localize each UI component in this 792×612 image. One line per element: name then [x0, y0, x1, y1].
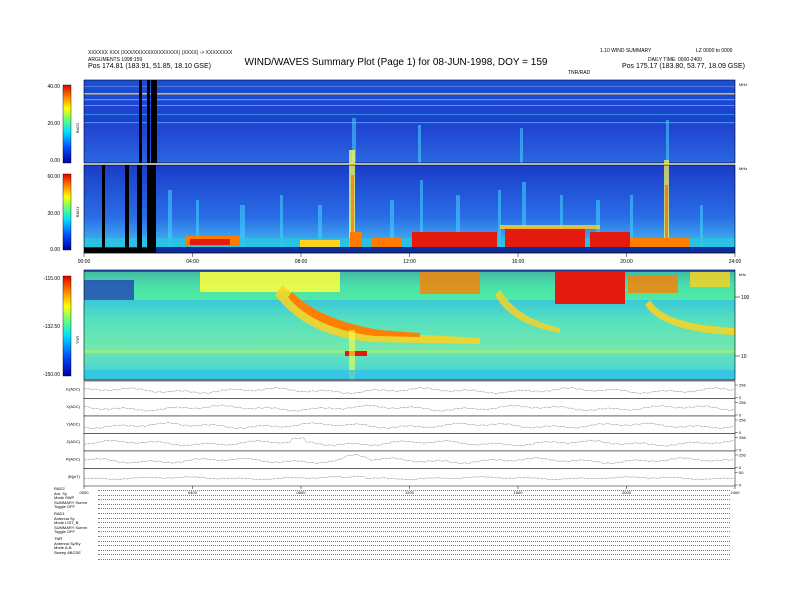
- rad-time-label: 04:00: [186, 259, 199, 265]
- tnr-tick-mid: -132.50: [43, 324, 60, 330]
- line-panel-right-tick: 50: [739, 470, 744, 475]
- param-rad2: RAD2 Ant. Sy Mode SWP SUMMARY Summ Toggl…: [54, 486, 87, 510]
- line-panels: E(ADC)2560X(ADC)2560Y(ADC)2560Z(ADC)2560…: [66, 380, 746, 488]
- rad2-tick-top: 40.00: [47, 84, 60, 90]
- rad-time-axis: 00:00 04:00 08:00 12:00 16:00 20:00 24:00: [78, 252, 742, 265]
- param-dotted-row: [98, 540, 730, 542]
- line-panel-4: R(ADC)2560: [66, 450, 746, 470]
- line-panel-3: Z(ADC)2560: [66, 433, 746, 453]
- line-panel-right-tick: 0: [739, 483, 742, 488]
- line-panel-right-tick: 256: [739, 400, 746, 405]
- param-dotted-row: [98, 490, 730, 491]
- param-rad1-4: Toggle OFF: [54, 529, 75, 535]
- param-dotted-row: [98, 494, 730, 496]
- param-dotted-row: [98, 554, 730, 556]
- rad2-colorbar: [62, 84, 72, 164]
- line-panel-label: X(ADC): [66, 404, 80, 409]
- rad-time-label: 24:00: [729, 259, 742, 265]
- line-panel-right-tick: 256: [739, 383, 746, 388]
- tnr-tick-bottom: -150.00: [43, 372, 60, 378]
- rad2-tick-bottom: 0.00: [50, 158, 60, 164]
- rad1-label: RAD1: [75, 206, 80, 217]
- param-dotted-row: [98, 549, 730, 551]
- param-dotted-row: [98, 513, 730, 514]
- param-dotted-row: [98, 531, 730, 533]
- param-dotted-row: [98, 499, 730, 501]
- line-panel-right-tick: 256: [739, 418, 746, 423]
- param-tnr: TNR Antenna Sy/Ey Mode A-B Sweep ABCDE: [54, 536, 81, 555]
- tnr-tick-top: -115.00: [43, 276, 60, 282]
- rad1-colorbar: [62, 173, 72, 251]
- tnr-right-unit: kHz: [739, 272, 746, 277]
- rad1-tick-mid: 30.00: [47, 211, 60, 217]
- param-dotted-row: [98, 503, 730, 505]
- tnr-right-tick-10: 10: [741, 354, 747, 360]
- rad1-tick-bottom: 0.00: [50, 247, 60, 253]
- param-dotted-row: [98, 545, 730, 547]
- summary-plot: 40.00 20.00 0.00 RAD2 MHz 60.00 30.00 0.…: [43, 79, 750, 495]
- param-dotted-row: [98, 526, 730, 528]
- tnr-right-tick-100: 100: [741, 295, 750, 301]
- rad-time-label: 16:00: [512, 259, 525, 265]
- param-rad1: RAD1 Antenna Sy Mode LIST_B SUMMARY Summ…: [54, 511, 87, 535]
- rad-time-label: 00:00: [78, 259, 91, 265]
- rad2-label: RAD2: [75, 122, 80, 133]
- param-dotted-row: [98, 559, 730, 560]
- param-tnr-3: Sweep ABCDE: [54, 549, 81, 555]
- tnr-colorbar: [62, 275, 72, 377]
- rad2-unit: MHz: [739, 82, 747, 87]
- line-panel-0: E(ADC)2560: [66, 380, 746, 400]
- tnr-label: TNR: [75, 336, 80, 344]
- rad2-panel: 40.00 20.00 0.00 RAD2 MHz: [47, 79, 747, 164]
- line-panel-label: E(ADC): [66, 387, 80, 392]
- bottom-time-label: 2400: [731, 490, 741, 495]
- rad2-tick-mid: 20.00: [47, 121, 60, 127]
- rad-time-label: 08:00: [295, 259, 308, 265]
- line-panel-1: X(ADC)2560: [66, 398, 746, 418]
- tnr-panel: -115.00 -132.50 -150.00 TNR 100 10 kHz: [43, 269, 750, 381]
- rad-time-label: 20:00: [620, 259, 633, 265]
- line-panel-right-tick: 256: [739, 453, 746, 458]
- rad1-tick-top: 60.00: [47, 174, 60, 180]
- line-panel-label: Z(ADC): [66, 439, 80, 444]
- param-dotted-row: [98, 508, 730, 510]
- line-panel-label: |B|(nT): [68, 474, 81, 479]
- rad2-dark-gaps: [139, 80, 157, 163]
- rad1-panel: 60.00 30.00 0.00 RAD1 MHz: [47, 150, 747, 254]
- rad-time-label: 12:00: [403, 259, 416, 265]
- rad2-spectrogram: [84, 80, 735, 163]
- line-panel-5: |B|(nT) 50 0: [68, 468, 744, 488]
- param-dotted-row: [98, 517, 730, 519]
- rad1-unit: MHz: [739, 166, 747, 171]
- line-panel-2: Y(ADC)2560: [66, 415, 746, 435]
- tnr-plasma-line-spot: [345, 351, 367, 356]
- param-rad2-4: Toggle OFF: [54, 504, 75, 510]
- param-dotted-row: [98, 536, 730, 537]
- tnr-high-freq-band: [84, 272, 735, 304]
- line-panel-label: Y(ADC): [66, 422, 80, 427]
- line-panel-right-tick: 256: [739, 435, 746, 440]
- param-dotted-row: [98, 522, 730, 524]
- line-panel-label: R(ADC): [66, 457, 81, 462]
